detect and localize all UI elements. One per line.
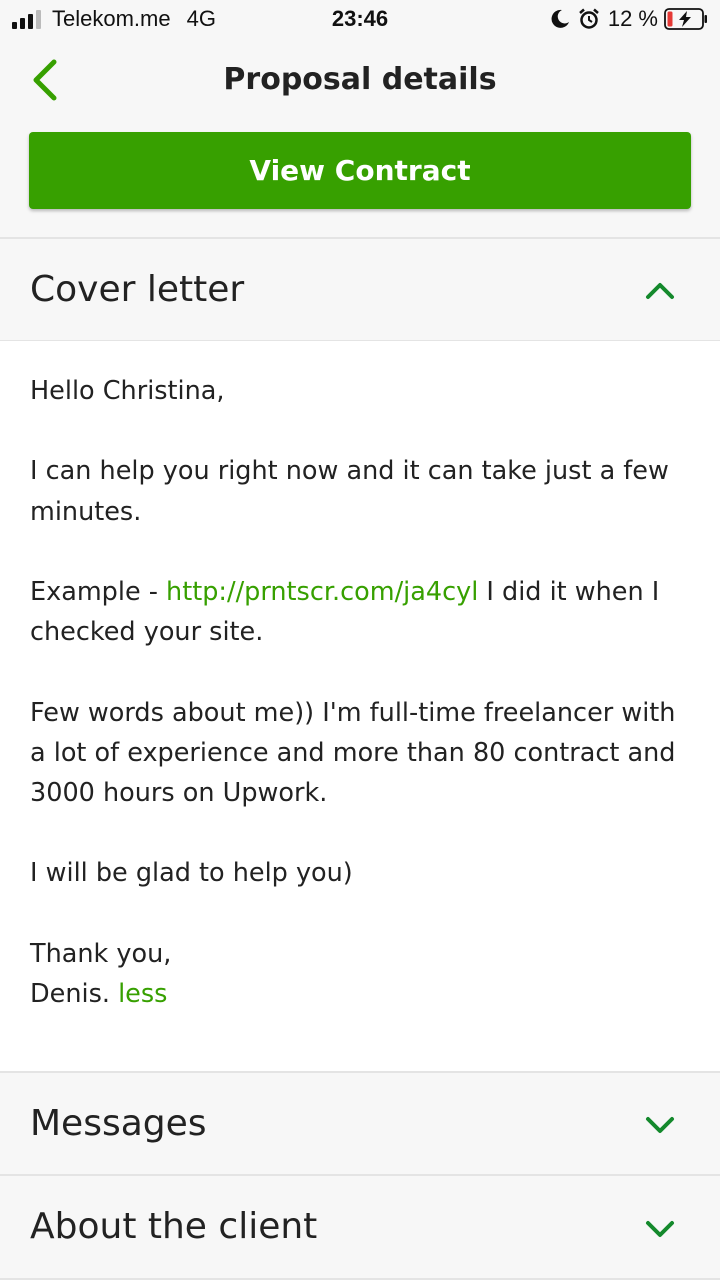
alarm-icon: [579, 8, 599, 29]
status-bar: Telekom.me 4G 23:46 12 %: [0, 0, 720, 40]
view-contract-button[interactable]: View Contract: [29, 132, 691, 209]
cover-letter-title: Cover letter: [30, 269, 245, 310]
letter-signoff: Thank you, Denis. less: [30, 934, 695, 1014]
letter-paragraph: Few words about me)) I'm full-time freel…: [30, 697, 676, 808]
cover-letter-text: Hello Christina, I can help you right no…: [30, 371, 695, 1014]
letter-greeting: Hello Christina,: [30, 376, 225, 406]
battery-percentage: 12 %: [607, 6, 658, 31]
cover-letter-body: Hello Christina, I can help you right no…: [0, 341, 720, 1071]
messages-title: Messages: [30, 1103, 207, 1144]
about-client-header[interactable]: About the client: [0, 1174, 720, 1280]
signoff-line: Thank you,: [30, 938, 172, 969]
battery-charging-icon: [664, 8, 707, 30]
moon-icon: [551, 9, 569, 28]
letter-paragraph: I will be glad to help you): [30, 858, 353, 889]
navigation-bar: Proposal details: [0, 40, 720, 120]
chevron-up-icon: [646, 283, 674, 299]
less-link[interactable]: less: [118, 979, 167, 1009]
cover-letter-header[interactable]: Cover letter: [0, 237, 720, 342]
letter-paragraph: Example - http://prntscr.com/ja4cyl I di…: [30, 572, 695, 652]
page-title: Proposal details: [223, 62, 497, 97]
messages-header[interactable]: Messages: [0, 1071, 720, 1176]
signature: Denis.: [30, 978, 119, 1009]
letter-paragraph: I can help you right now and it can take…: [30, 456, 669, 527]
chevron-down-icon: [646, 1221, 674, 1237]
example-label: Example -: [30, 576, 167, 607]
chevron-down-icon: [646, 1117, 674, 1133]
about-client-title: About the client: [30, 1206, 318, 1247]
example-link[interactable]: http://prntscr.com/ja4cyl: [166, 577, 478, 607]
